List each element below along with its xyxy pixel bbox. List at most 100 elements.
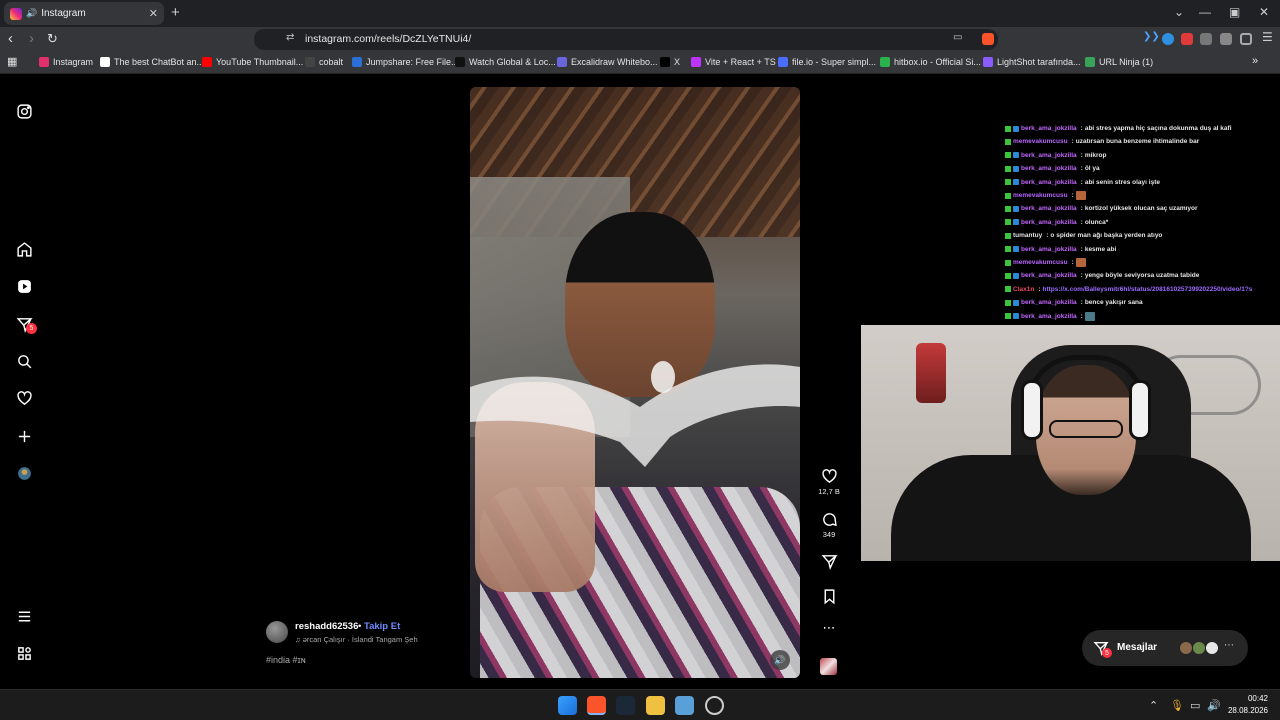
bookmark-item[interactable]: file.io - Super simpl... [778,57,876,67]
author-username[interactable]: reshadd62536 [295,621,358,632]
app-icon[interactable] [675,696,694,715]
music-info[interactable]: ♫ ərcan Çalışır · İslandi Tangam Şeh [295,635,418,644]
more-bookmarks-icon[interactable]: » [1252,55,1258,67]
menu-icon[interactable] [14,606,34,626]
bookmark-item[interactable]: Vite + React + TS [691,57,776,67]
close-window-button[interactable]: ✕ [1259,5,1269,19]
bookmark-item[interactable]: Instagram [39,57,93,67]
brave-browser-icon[interactable] [587,696,606,715]
chat-username[interactable]: berk_ama_jokzilla [1021,219,1077,226]
reload-button[interactable]: ↻ [47,31,58,47]
chat-username[interactable]: berk_ama_jokzilla [1021,205,1077,212]
save-button[interactable] [815,588,843,605]
instagram-logo-icon[interactable] [14,101,34,121]
reel-hashtags[interactable]: #india #ɪɴ [266,655,306,665]
speaker-icon[interactable]: 🔊 [26,8,37,19]
bookmark-item[interactable]: LightShot tarafında... [983,57,1081,67]
chat-username[interactable]: memevakumcusu [1013,138,1068,145]
audio-thumbnail[interactable] [820,658,837,675]
minimize-button[interactable]: — [1199,5,1211,19]
bookmark-item[interactable]: hitbox.io - Official Si... [880,57,981,67]
tab-search-icon[interactable]: ⌄ [1174,5,1184,19]
chat-username[interactable]: berk_ama_jokzilla [1021,313,1077,320]
chat-username[interactable]: berk_ama_jokzilla [1021,246,1077,253]
bookmark-item[interactable]: Excalidraw Whitebo... [557,57,658,67]
like-button[interactable]: 12,7 B [815,468,843,496]
chat-username[interactable]: tumantuy [1013,232,1042,239]
site-settings-icon[interactable]: ⇄ [286,32,294,43]
direct-notification-badge: 5 [26,323,37,334]
brave-shields-icon[interactable] [982,33,994,45]
create-icon[interactable] [14,426,34,446]
close-tab-icon[interactable]: ✕ [149,7,158,20]
chat-username[interactable]: berk_ama_jokzilla [1021,125,1077,132]
bookmark-item[interactable]: cobalt [305,57,343,67]
reel-video[interactable]: 🔊 [470,87,800,678]
address-bar[interactable]: ⇄ instagram.com/reels/DcZLYeTNUi4/ ▭ [254,29,998,50]
chat-text: bence yakışır sana [1084,299,1143,307]
chat-username[interactable]: memevakumcusu [1013,192,1068,199]
clock-date[interactable]: 28.08.2026 [1220,706,1268,715]
bookmark-item[interactable]: X [660,57,680,67]
chat-username[interactable]: berk_ama_jokzilla [1021,299,1077,306]
network-icon[interactable]: ▭ [1190,699,1200,712]
maximize-button[interactable]: ▣ [1229,5,1240,19]
obs-icon[interactable] [705,696,724,715]
bookmark-item[interactable]: YouTube Thumbnail... [202,57,303,67]
chat-username[interactable]: berk_ama_jokzilla [1021,152,1077,159]
steam-icon[interactable] [616,696,635,715]
chat-username[interactable]: memevakumcusu [1013,259,1068,266]
extensions-icon[interactable] [1200,33,1212,45]
extension-red-icon[interactable] [1181,33,1193,45]
cast-icon[interactable]: ▭ [953,32,962,43]
chat-username[interactable]: berk_ama_jokzilla [1021,165,1077,172]
mute-toggle-icon[interactable]: 🔊 [770,650,790,670]
bookmark-label: Excalidraw Whitebo... [571,57,658,67]
chat-badge-icon [1005,259,1011,266]
show-hidden-icons[interactable]: ⌃ [1149,699,1158,712]
apps-icon[interactable] [14,643,34,663]
microphone-icon[interactable]: 🎙 [1170,699,1184,712]
bookmark-label: X [674,57,681,67]
browser-tab-instagram[interactable]: 🔊 Instagram ✕ [4,2,164,25]
stream-chat-overlay: berk_ama_jokzilla: abi stres yapma hiç sa… [1005,110,1280,326]
forward-button[interactable]: › [29,31,34,47]
chat-badge-icon [1005,219,1011,226]
chat-username[interactable]: berk_ama_jokzilla [1021,272,1077,279]
url-text[interactable]: instagram.com/reels/DcZLYeTNUi4/ [305,33,471,45]
follow-button[interactable]: Takip Et [364,621,400,632]
comment-button[interactable]: 349 [815,511,843,539]
bookmark-item[interactable]: Jumpshare: Free File... [352,57,459,67]
profile-avatar-icon[interactable] [14,463,34,483]
chat-message: berk_ama_jokzilla: öl ya [1005,162,1100,175]
chat-badge-icon [1005,313,1011,320]
clock-time[interactable]: 00:42 [1232,694,1268,703]
chat-badge-icon [1005,246,1011,253]
bookmark-item[interactable]: The best ChatBot an... [100,57,204,67]
chat-badge-icon [1013,125,1019,132]
reels-icon[interactable] [14,276,34,296]
bookmark-item[interactable]: URL Ninja (1) [1085,57,1153,67]
share-button[interactable] [815,553,843,570]
search-icon[interactable] [14,351,34,371]
file-explorer-icon[interactable] [646,696,665,715]
volume-icon[interactable]: 🔊 [1207,699,1221,712]
new-tab-button[interactable]: + [171,4,180,21]
back-button[interactable]: ‹ [8,31,13,47]
windows-start-icon[interactable] [558,696,577,715]
author-avatar[interactable] [266,621,288,643]
downloads-icon[interactable] [1220,33,1232,45]
more-options-icon[interactable]: ⋯ [815,620,843,636]
chat-username[interactable]: Clax1n [1013,286,1034,293]
home-icon[interactable] [14,239,34,259]
browser-menu-icon[interactable]: ☰ [1262,30,1274,44]
heart-icon[interactable] [14,388,34,408]
chat-username[interactable]: berk_ama_jokzilla [1021,179,1077,186]
apps-grid-icon[interactable]: ▦ [7,55,17,68]
vpn-shield-icon[interactable] [1240,33,1252,45]
chat-link[interactable]: https://x.com/Balleysmitr6hl/status/2081… [1043,286,1253,293]
messages-button[interactable]: 5 Mesajlar ⋯ [1082,630,1248,666]
bookmark-item[interactable]: Watch Global & Loc... [455,57,556,67]
voice-icon[interactable]: ❯❯ [1143,31,1160,43]
extension-blue-icon[interactable] [1162,33,1174,45]
